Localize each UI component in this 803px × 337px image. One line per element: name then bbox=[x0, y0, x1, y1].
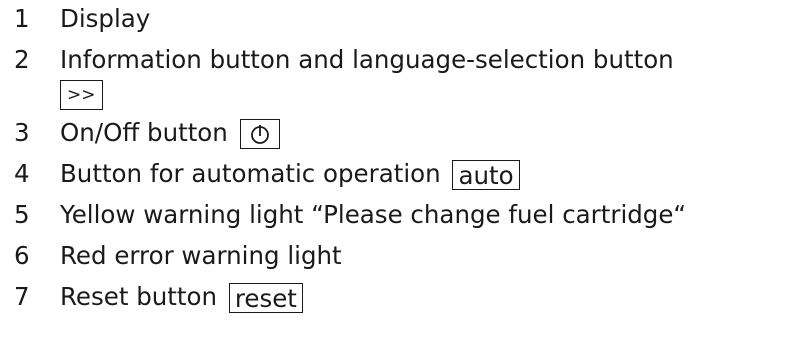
item-text: Display bbox=[60, 4, 151, 33]
item-body: Button for automatic operation auto bbox=[60, 157, 799, 190]
item-number: 5 bbox=[14, 200, 30, 229]
legend-item-on-off-button: 3 On/Off button bbox=[14, 116, 799, 149]
auto-key-symbol: auto bbox=[452, 160, 520, 190]
item-text: Button for automatic operation bbox=[60, 159, 441, 188]
legend-item-display: 1 Display bbox=[14, 2, 799, 35]
item-text: On/Off button bbox=[60, 118, 228, 147]
item-text: Red error warning light bbox=[60, 241, 342, 270]
power-icon bbox=[239, 119, 280, 149]
legend-item-reset-button: 7 Reset button reset bbox=[14, 280, 799, 313]
legend-item-yellow-warning-light: 5 Yellow warning light “Please change fu… bbox=[14, 198, 799, 231]
item-text: Yellow warning light “Please change fuel… bbox=[60, 200, 687, 229]
information-key-symbol: >> bbox=[60, 80, 103, 110]
legend-item-auto-button: 4 Button for automatic operation auto bbox=[14, 157, 799, 190]
item-number: 1 bbox=[14, 4, 30, 33]
item-text: Reset button bbox=[60, 282, 218, 311]
item-body: Reset button reset bbox=[60, 280, 799, 313]
legend-item-red-error-light: 6 Red error warning light bbox=[14, 239, 799, 272]
item-body: On/Off button bbox=[60, 116, 799, 149]
item-body: Information button and language-selectio… bbox=[60, 43, 799, 110]
legend-item-information-button: 2 Information button and language-select… bbox=[14, 43, 799, 110]
reset-key-symbol: reset bbox=[228, 283, 303, 313]
item-number: 4 bbox=[14, 159, 30, 188]
item-number: 2 bbox=[14, 45, 30, 74]
item-number: 7 bbox=[14, 282, 30, 311]
item-number: 3 bbox=[14, 118, 30, 147]
item-number: 6 bbox=[14, 241, 30, 270]
legend-list: 1 Display 2 Information button and langu… bbox=[14, 2, 799, 321]
item-text: Information button and language-selectio… bbox=[60, 45, 674, 74]
